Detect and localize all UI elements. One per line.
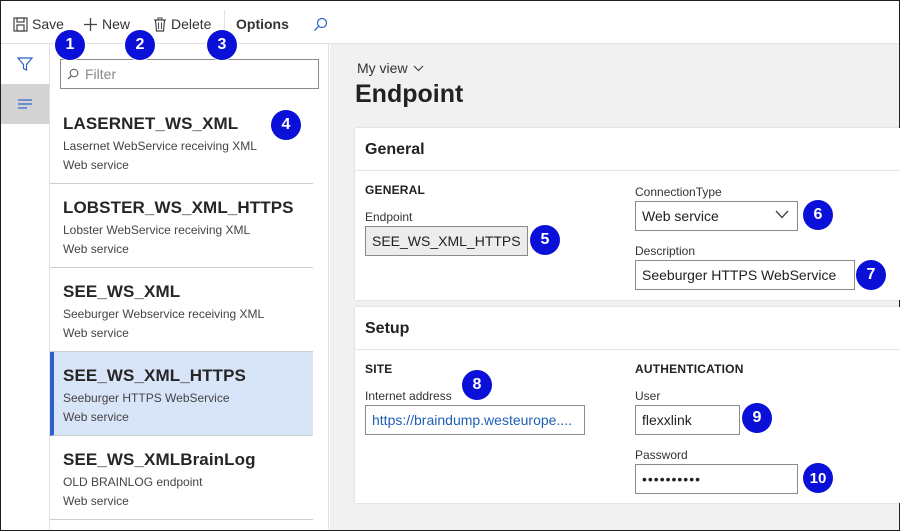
filter-placeholder: Filter [85,66,117,82]
endpoint-value: SEE_WS_XML_HTTPS [372,233,521,249]
save-label: Save [32,16,64,32]
left-rail [1,44,50,530]
trash-icon [154,17,166,32]
list-item[interactable]: LOBSTER_WS_XML_HTTPS Lobster WebService … [50,184,313,268]
callout-badge: 10 [803,463,833,493]
user-value: flexxlink [642,412,692,428]
description-input[interactable]: Seeburger HTTPS WebService [635,260,855,290]
delete-label: Delete [171,16,212,32]
list-item-title: LASERNET_WS_XML [63,114,239,133]
setup-section-header[interactable]: Setup [355,307,900,350]
save-icon [13,16,28,32]
callout-badge: 7 [856,260,886,290]
password-label: Password [635,448,688,462]
search-button[interactable] [313,14,332,34]
internet-address-input[interactable]: https://braindump.westeurope.... [365,405,585,435]
list-item[interactable]: SEE_WS_XML Seeburger Webservice receivin… [50,268,313,352]
list-item-type: Web service [63,410,129,424]
list-item-type: Web service [63,242,129,256]
view-selector-label: My view [357,60,408,76]
delete-button[interactable]: Delete [153,14,211,34]
general-group-label: GENERAL [365,183,426,197]
callout-badge: 3 [207,30,237,60]
callout-badge: 8 [462,370,492,400]
endpoint-field: SEE_WS_XML_HTTPS [365,226,528,256]
list-item-type: Web service [63,494,129,508]
search-icon [314,17,328,31]
list-item-title: LOBSTER_WS_XML_HTTPS [63,198,294,217]
site-group-label: SITE [365,362,393,376]
chevron-down-icon [775,210,789,219]
list-item-type: Web service [63,326,129,340]
description-value: Seeburger HTTPS WebService [642,267,837,283]
list-item-selected[interactable]: SEE_WS_XML_HTTPS Seeburger HTTPS WebServ… [50,352,313,436]
connection-type-select[interactable]: Web service [635,201,798,231]
endpoint-label: Endpoint [365,210,413,224]
list-item-description: OLD BRAINLOG endpoint [63,475,203,489]
callout-badge: 1 [55,30,85,60]
list-item-title: SEE_WS_XML [63,282,181,301]
plus-icon [84,17,97,31]
list-lines-icon [18,99,32,109]
details-pane: My view Endpoint General GENERAL Endpoin… [330,44,900,530]
list-item-description: Seeburger HTTPS WebService [63,391,230,405]
callout-badge: 5 [530,225,560,255]
user-input[interactable]: flexxlink [635,405,740,435]
list-item[interactable]: LASERNET_WS_XML Lasernet WebService rece… [50,100,313,184]
list-item-description: Lasernet WebService receiving XML [63,139,257,153]
internet-address-label: Internet address [365,389,452,403]
password-value: •••••••••• [642,471,702,487]
authentication-group-label: AUTHENTICATION [635,362,744,376]
view-selector[interactable]: My view [357,60,424,76]
list-item-type: Web service [63,158,129,172]
list-view-toggle[interactable] [1,84,49,124]
user-label: User [635,389,661,403]
list-item-description: Seeburger Webservice receiving XML [63,307,265,321]
list-item-title: SEE_WS_XML_HTTPS [63,366,246,385]
funnel-icon [17,57,33,71]
password-input[interactable]: •••••••••• [635,464,798,494]
callout-badge: 2 [125,30,155,60]
list-item-title: SEE_WS_XMLBrainLog [63,450,256,469]
list-item-description: Lobster WebService receiving XML [63,223,251,237]
chevron-down-icon [413,65,423,71]
save-button[interactable]: Save [13,14,64,34]
description-label: Description [635,244,696,258]
page-title: Endpoint [355,80,464,108]
callout-badge: 6 [803,200,833,230]
callout-badge: 4 [271,110,301,140]
search-icon [67,68,79,80]
options-label: Options [236,16,289,32]
connection-type-value: Web service [642,208,719,224]
new-label: New [102,16,131,32]
options-button[interactable]: Options [236,14,289,34]
callout-badge: 9 [742,403,772,433]
list-item[interactable]: SEE_WS_XMLBrainLog OLD BRAINLOG endpoint… [50,436,313,520]
filter-input[interactable]: Filter [60,59,319,89]
general-section-header[interactable]: General [355,128,900,171]
connection-type-label: ConnectionType [635,185,722,199]
internet-address-value: https://braindump.westeurope.... [372,412,572,428]
new-button[interactable]: New [83,14,130,34]
filter-pane-toggle[interactable] [1,44,49,84]
